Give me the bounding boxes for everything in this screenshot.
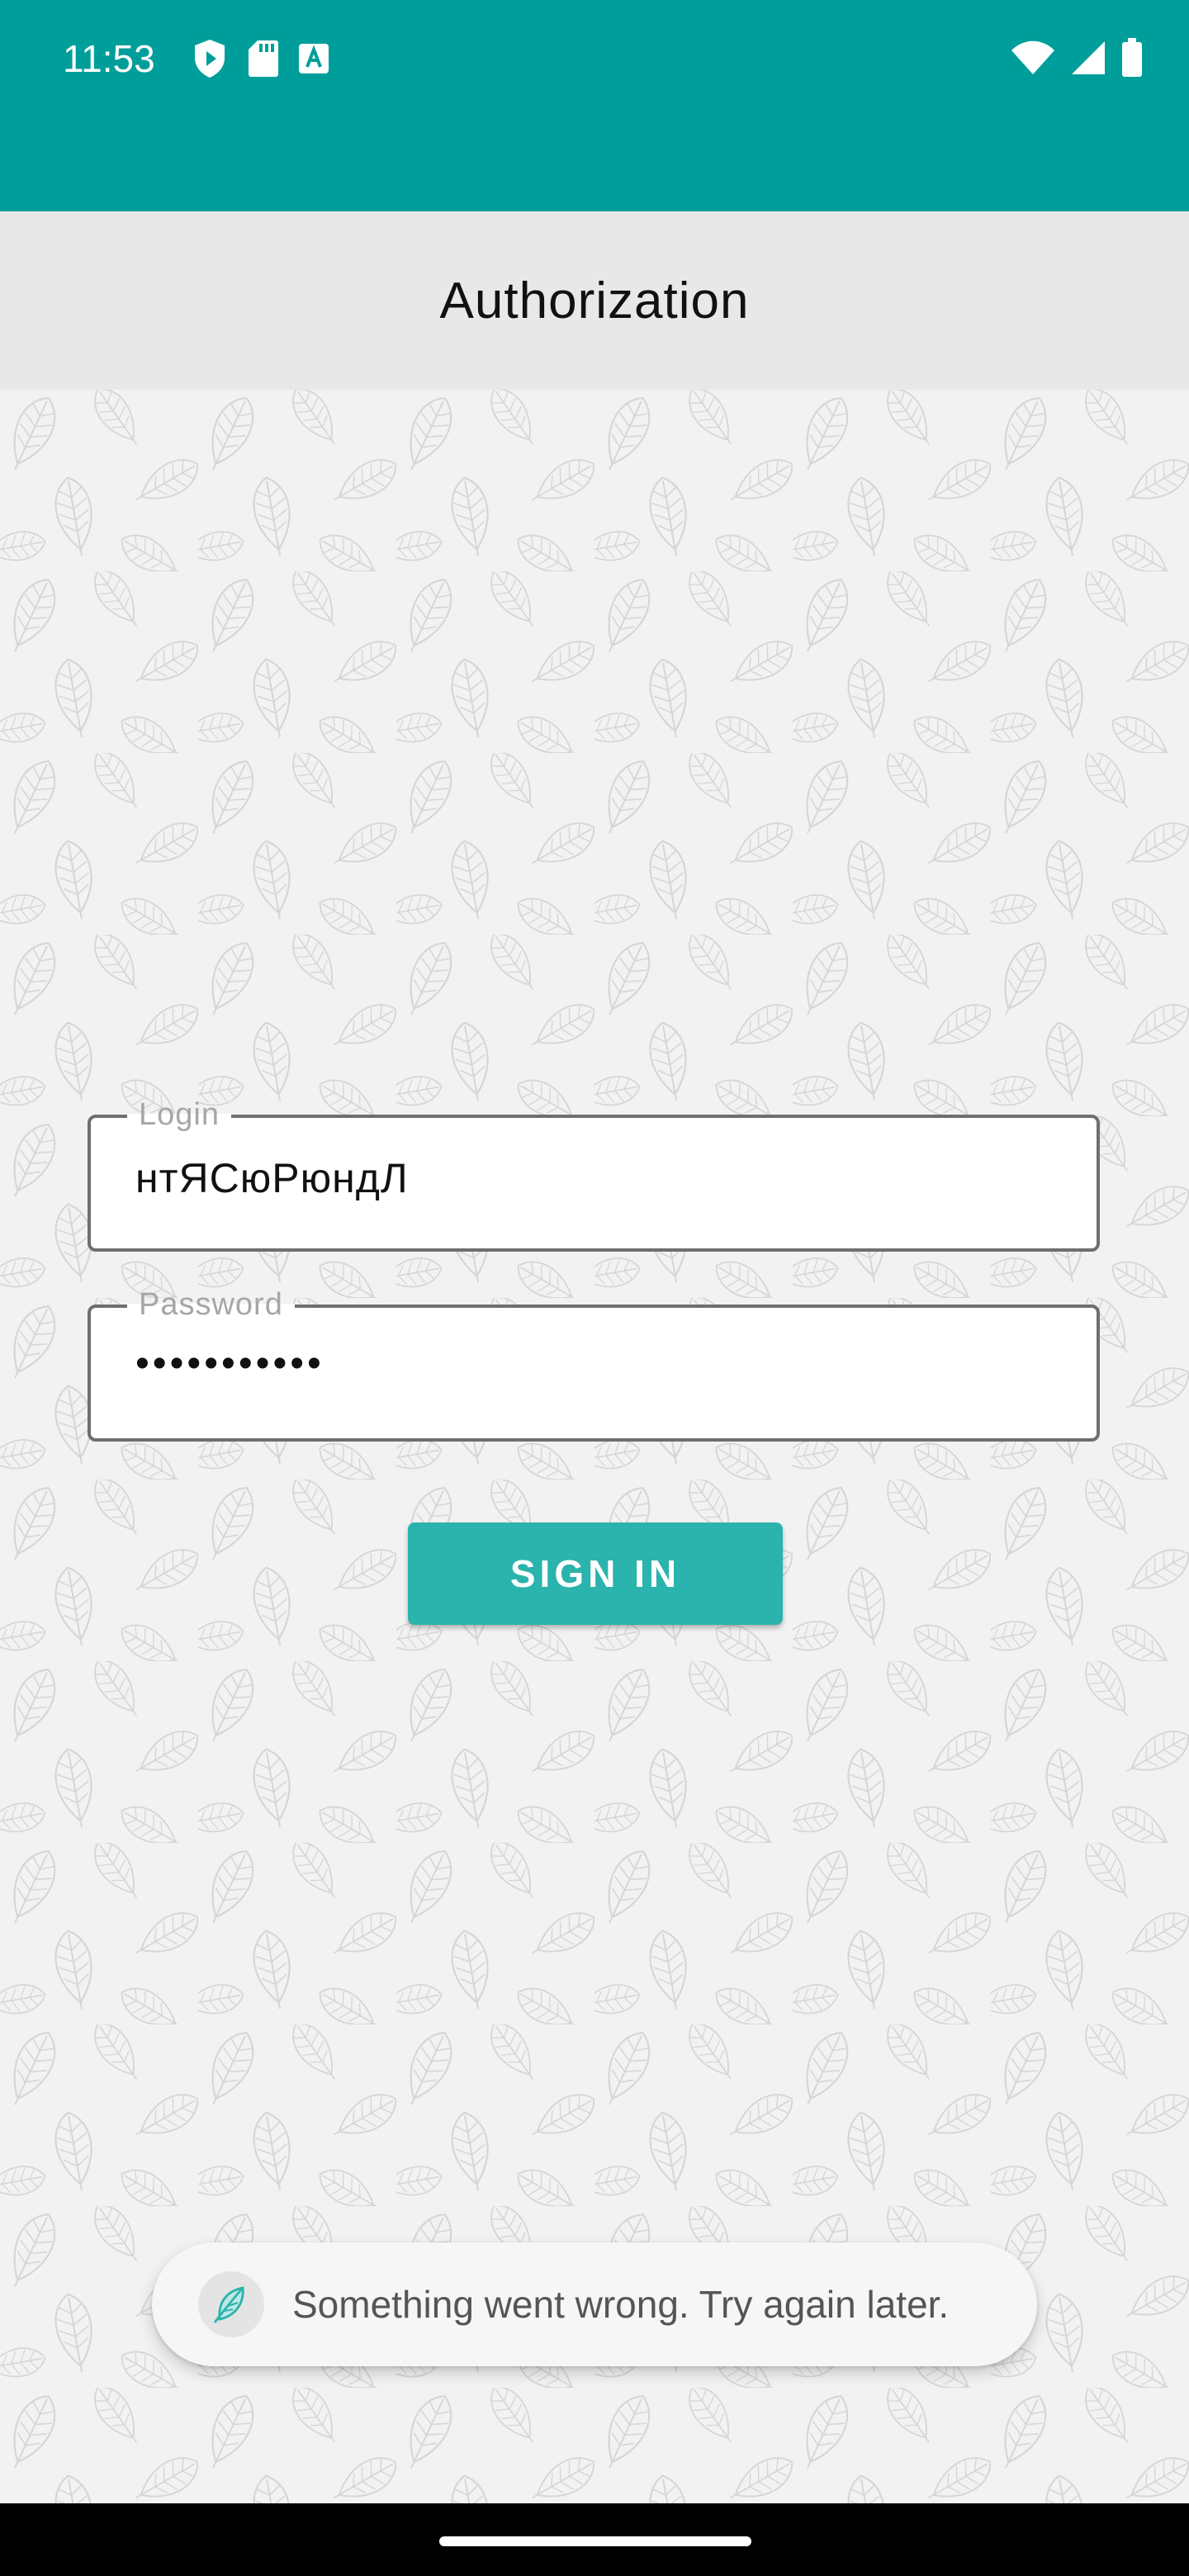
wifi-icon bbox=[1011, 40, 1055, 75]
status-time: 11:53 bbox=[63, 37, 155, 80]
home-gesture-handle[interactable] bbox=[439, 2536, 751, 2546]
page-title: Authorization bbox=[439, 272, 750, 329]
shield-play-icon bbox=[192, 38, 228, 79]
status-bar: 11:53 bbox=[0, 0, 1189, 211]
password-label: Password bbox=[127, 1286, 295, 1323]
status-icons-left bbox=[192, 38, 330, 79]
sign-in-button[interactable]: SIGN IN bbox=[408, 1522, 783, 1625]
toast-message: Something went wrong. Try again later. bbox=[292, 2283, 950, 2326]
text-a-icon bbox=[297, 42, 330, 75]
password-input[interactable]: ••••••••••• bbox=[135, 1341, 324, 1386]
error-toast: Something went wrong. Try again later. bbox=[152, 2242, 1037, 2366]
leaf-pattern-background bbox=[0, 390, 1189, 2503]
battery-icon bbox=[1121, 38, 1143, 78]
status-icons-right bbox=[1011, 38, 1143, 78]
auth-content: Login нтЯСюРюндЛ Password ••••••••••• SI… bbox=[0, 390, 1189, 2503]
navigation-bar bbox=[0, 2503, 1189, 2576]
app-leaf-icon bbox=[198, 2271, 264, 2337]
app-header: Authorization bbox=[0, 211, 1189, 390]
signal-icon bbox=[1070, 40, 1106, 76]
sd-card-icon bbox=[246, 39, 279, 78]
login-field[interactable]: Login нтЯСюРюндЛ bbox=[88, 1096, 1100, 1252]
password-field[interactable]: Password ••••••••••• bbox=[88, 1286, 1100, 1442]
login-label: Login bbox=[127, 1096, 231, 1133]
login-input[interactable]: нтЯСюРюндЛ bbox=[135, 1154, 409, 1202]
